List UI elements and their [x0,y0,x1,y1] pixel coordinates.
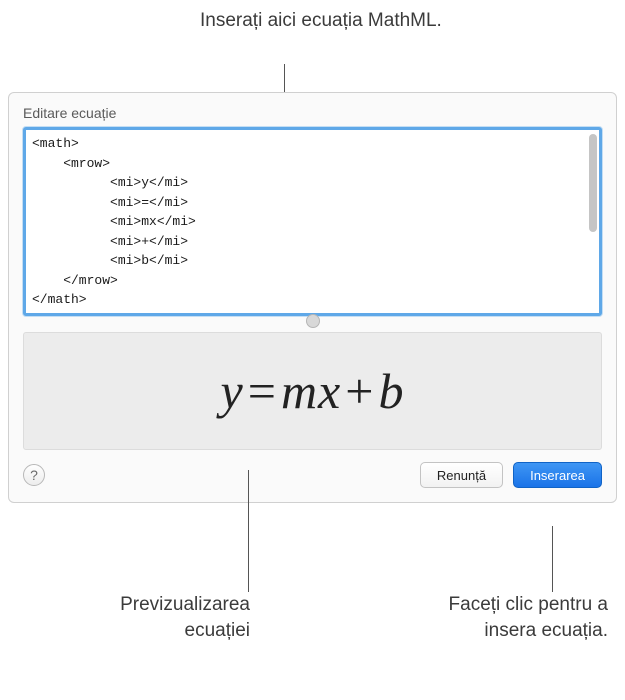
resize-handle[interactable] [306,314,320,328]
cancel-button[interactable]: Renunță [420,462,503,488]
callout-bottom-right: Faceți clic pentru a insera ecuația. [398,592,608,643]
equation-preview: y=mx+b [23,332,602,450]
preview-equation: y=mx+b [221,362,405,420]
equation-editor-panel: Editare ecuație y=mx+b ? Renunță Inserar… [8,92,617,503]
callout-bottom-left: Previzualizarea ecuației [110,592,250,643]
insert-button[interactable]: Inserarea [513,462,602,488]
callout-top: Inserați aici ecuația MathML. [200,8,442,34]
op-equals: = [248,363,277,419]
help-button[interactable]: ? [23,464,45,486]
callout-line-bottom-left [248,470,249,592]
editor-scrollbar[interactable] [589,134,597,232]
panel-title: Editare ecuație [23,105,602,121]
editor-wrapper [23,127,602,316]
op-plus: + [345,363,374,419]
var-mx: mx [281,363,341,419]
mathml-editor[interactable] [26,130,599,308]
var-b: b [378,363,404,419]
callout-line-bottom-right [552,526,553,592]
panel-footer: ? Renunță Inserarea [23,462,602,488]
var-y: y [221,363,244,419]
